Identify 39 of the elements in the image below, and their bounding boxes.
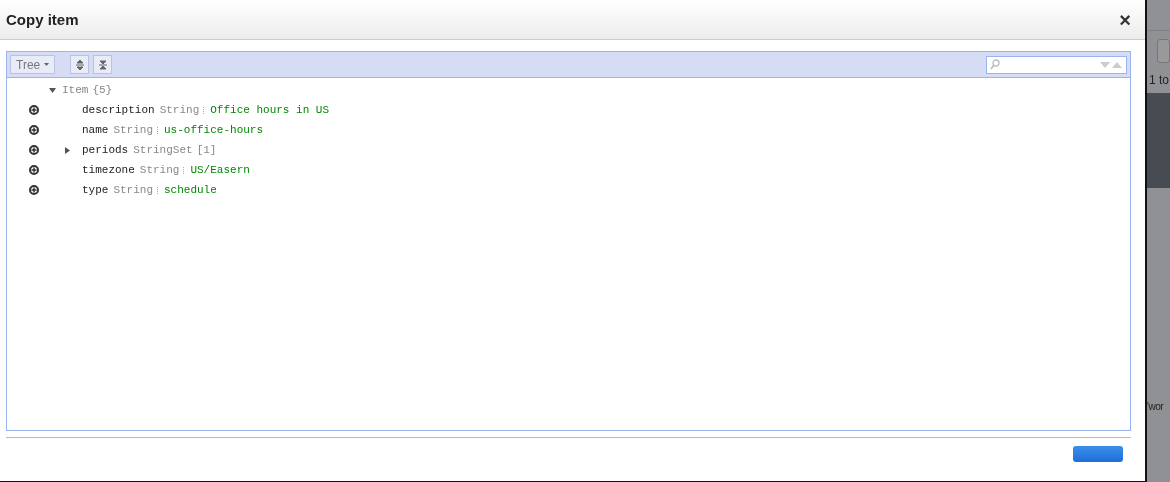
background-text: 'wor	[1147, 401, 1165, 412]
field-type: String	[139, 164, 180, 176]
view-mode-dropdown[interactable]: Tree	[10, 55, 56, 74]
colon-icon	[203, 106, 206, 114]
colon-icon	[183, 166, 186, 174]
expand-icon	[74, 58, 85, 71]
add-icon[interactable]	[28, 125, 39, 135]
field-name: timezone	[82, 164, 135, 176]
field-type: String	[113, 124, 153, 136]
collapse-all-button[interactable]	[93, 55, 113, 74]
search-icon	[990, 59, 1000, 70]
field-type: String	[159, 104, 200, 116]
field-name: type	[82, 184, 109, 196]
expand-arrow-icon[interactable]	[64, 146, 71, 154]
field-type: String	[113, 184, 153, 196]
field-value: US/Easern	[190, 164, 250, 176]
add-icon[interactable]	[28, 185, 39, 195]
expand-all-button[interactable]	[70, 55, 90, 74]
search-field[interactable]	[986, 55, 1127, 74]
field-name: periods	[82, 144, 129, 156]
field-value: schedule	[164, 184, 217, 196]
close-button[interactable]: ×	[1111, 9, 1139, 30]
item-count: {5}	[92, 84, 113, 96]
field-name: name	[82, 124, 109, 136]
field-type: StringSet	[133, 144, 193, 156]
background-text: 1 to	[1149, 73, 1170, 87]
field-name: description	[82, 104, 155, 116]
collapse-icon	[97, 58, 108, 71]
node-label: Item	[62, 84, 89, 96]
add-icon[interactable]	[28, 145, 39, 155]
field-value: us-office-hours	[164, 124, 264, 136]
caret-icon	[44, 63, 50, 66]
collapse-arrow-icon[interactable]	[49, 86, 56, 94]
prev-next-icon	[1099, 60, 1123, 69]
dialog-title: Copy item	[6, 11, 79, 28]
add-icon[interactable]	[28, 105, 39, 115]
item-count: [1]	[196, 144, 217, 156]
field-value: Office hours in US	[210, 104, 330, 116]
add-icon[interactable]	[28, 165, 39, 175]
